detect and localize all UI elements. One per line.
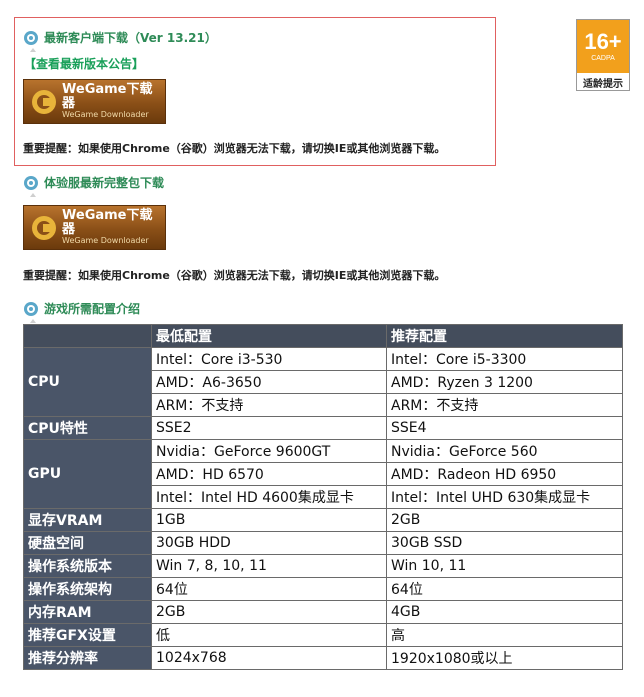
client-download-heading[interactable]: 最新客户端下载（Ver 13.21）	[24, 29, 217, 46]
requirements-table: 最低配置 推荐配置 CPU Intel：Core i3-530 Intel：Co…	[23, 324, 623, 670]
column-header-rec: 推荐配置	[386, 324, 623, 348]
table-row: CPU Intel：Core i3-530 Intel：Core i5-3300	[23, 347, 623, 417]
table-cell: AMD：A6-3650	[151, 370, 387, 394]
row-label-resolution: 推荐分辨率	[23, 646, 152, 670]
wegame-button-subtitle: WeGame Downloader	[62, 236, 149, 246]
row-label-vram: 显存VRAM	[23, 508, 152, 532]
table-cell: AMD：Ryzen 3 1200	[386, 370, 623, 394]
age-rating-badge: 16+ CADPA 适龄提示	[576, 19, 630, 91]
download-circle-icon	[24, 301, 38, 316]
table-cell: Intel：Intel HD 4600集成显卡	[151, 485, 387, 509]
row-label-os-arch: 操作系统架构	[23, 577, 152, 601]
table-corner-cell	[23, 324, 152, 348]
table-cell: 1GB	[151, 508, 387, 532]
row-label-disk: 硬盘空间	[23, 531, 152, 555]
row-label-cpu: CPU	[23, 347, 152, 417]
wegame-button-subtitle: WeGame Downloader	[62, 110, 149, 120]
table-cell: 4GB	[386, 600, 623, 624]
table-cell: AMD：HD 6570	[151, 462, 387, 486]
table-cell: AMD：Radeon HD 6950	[386, 462, 623, 486]
table-cell: 30GB HDD	[151, 531, 387, 555]
expand-arrow-icon	[30, 193, 36, 197]
table-cell: ARM：不支持	[151, 393, 387, 417]
wegame-logo-icon	[32, 89, 56, 114]
row-label-cpu-features: CPU特性	[23, 416, 152, 440]
table-row: CPU特性 SSE2 SSE4	[23, 416, 623, 440]
chrome-warning-text: 重要提醒：如果使用Chrome（谷歌）浏览器无法下载，请切换IE或其他浏览器下载…	[23, 142, 446, 155]
table-cell: Win 10, 11	[386, 554, 623, 578]
view-notice-link[interactable]: 【查看最新版本公告】	[24, 55, 144, 72]
expand-arrow-icon	[30, 48, 36, 52]
requirements-heading[interactable]: 游戏所需配置介绍	[24, 300, 140, 317]
column-header-min: 最低配置	[151, 324, 387, 348]
table-cell: 64位	[151, 577, 387, 601]
table-cell: 64位	[386, 577, 623, 601]
table-cell: ARM：不支持	[386, 393, 623, 417]
row-label-gfx: 推荐GFX设置	[23, 623, 152, 647]
row-label-os-version: 操作系统版本	[23, 554, 152, 578]
table-row: 推荐GFX设置 低 高	[23, 623, 623, 647]
table-row: 操作系统架构 64位 64位	[23, 577, 623, 601]
age-rating-value: 16+	[584, 29, 622, 54]
download-circle-icon	[24, 30, 38, 45]
table-cell: Win 7, 8, 10, 11	[151, 554, 387, 578]
table-header-row: 最低配置 推荐配置	[23, 324, 623, 348]
wegame-button-title: WeGame下载器	[62, 207, 153, 238]
wegame-download-button[interactable]: WeGame下载器 WeGame Downloader	[23, 79, 166, 124]
chrome-warning-text: 重要提醒：如果使用Chrome（谷歌）浏览器无法下载，请切换IE或其他浏览器下载…	[23, 269, 446, 282]
requirements-heading-text[interactable]: 游戏所需配置介绍	[44, 300, 140, 317]
table-cell: 低	[151, 623, 387, 647]
table-cell: Intel：Core i5-3300	[386, 347, 623, 371]
client-download-heading-text[interactable]: 最新客户端下载（Ver 13.21）	[44, 29, 217, 46]
expand-arrow-icon	[30, 319, 36, 323]
table-row: GPU Nvidia：GeForce 9600GT Nvidia：GeForce…	[23, 439, 623, 509]
wegame-beta-download-button[interactable]: WeGame下载器 WeGame Downloader	[23, 205, 166, 250]
table-row: 操作系统版本 Win 7, 8, 10, 11 Win 10, 11	[23, 554, 623, 578]
download-circle-icon	[24, 175, 38, 190]
beta-download-heading[interactable]: 体验服最新完整包下载	[24, 174, 164, 191]
table-cell: Nvidia：GeForce 560	[386, 439, 623, 463]
age-rating-org: CADPA	[591, 55, 615, 62]
wegame-button-title: WeGame下载器	[62, 81, 153, 112]
table-row: 显存VRAM 1GB 2GB	[23, 508, 623, 532]
table-cell: 2GB	[386, 508, 623, 532]
beta-download-heading-text[interactable]: 体验服最新完整包下载	[44, 174, 164, 191]
table-cell: 30GB SSD	[386, 531, 623, 555]
table-cell: 1024x768	[151, 646, 387, 670]
table-row: 推荐分辨率 1024x768 1920x1080或以上	[23, 646, 623, 670]
age-rating-label: 适龄提示	[583, 79, 623, 90]
table-cell: Intel：Core i3-530	[151, 347, 387, 371]
table-row: 硬盘空间 30GB HDD 30GB SSD	[23, 531, 623, 555]
table-cell: 1920x1080或以上	[386, 646, 623, 670]
table-cell: SSE2	[151, 416, 387, 440]
table-cell: 2GB	[151, 600, 387, 624]
row-label-gpu: GPU	[23, 439, 152, 509]
table-cell: SSE4	[386, 416, 623, 440]
table-cell: Intel：Intel UHD 630集成显卡	[386, 485, 623, 509]
table-cell: 高	[386, 623, 623, 647]
row-label-ram: 内存RAM	[23, 600, 152, 624]
table-cell: Nvidia：GeForce 9600GT	[151, 439, 387, 463]
table-row: 内存RAM 2GB 4GB	[23, 600, 623, 624]
wegame-logo-icon	[32, 215, 56, 240]
